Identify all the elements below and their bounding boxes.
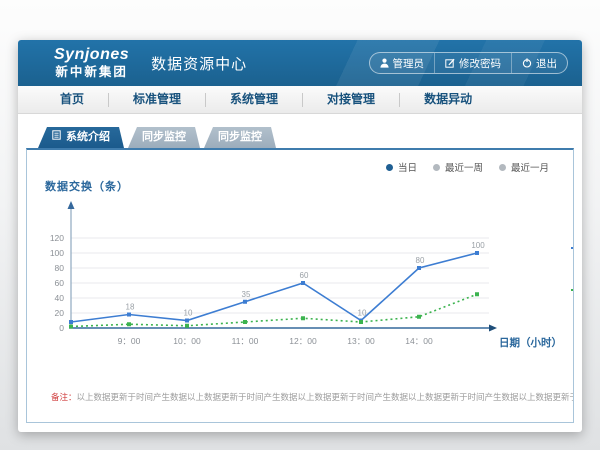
app-header: Synjones 新中新集团 数据资源中心 管理员 修改密码 退出: [18, 40, 582, 86]
logo-cn-text: 新中新集团: [55, 66, 128, 79]
solid-line-icon: [571, 247, 574, 249]
svg-text:120: 120: [50, 233, 64, 243]
svg-text:13：00: 13：00: [347, 336, 375, 346]
range-option-last-week[interactable]: 最近一周: [433, 160, 483, 174]
range-option-label: 最近一周: [445, 160, 483, 174]
main-nav: 首页 标准管理 系统管理 对接管理 数据异动: [18, 86, 582, 114]
logout-label: 退出: [536, 56, 557, 71]
svg-text:9：00: 9：00: [118, 336, 141, 346]
svg-text:100: 100: [50, 248, 64, 258]
app-window: Synjones 新中新集团 数据资源中心 管理员 修改密码 退出: [18, 40, 582, 432]
chart-panel: 当日 最近一周 最近一月 数据交换（条） 0 20 40 60 80 100 120 9：00…: [26, 148, 574, 423]
svg-text:100: 100: [471, 241, 485, 250]
change-password-button[interactable]: 修改密码: [434, 53, 511, 73]
page-title: 数据资源中心: [151, 53, 247, 74]
line-chart: 0 20 40 60 80 100 120 9：00 10：00 11：00 12：00 13：00 1…: [27, 194, 571, 371]
svg-text:10：00: 10：00: [173, 336, 201, 346]
footnote-text: 以上数据更新于时间产生数据以上数据更新于时间产生数据以上数据更新于时间产生数据以…: [77, 392, 574, 402]
tab-label: 同步监控: [142, 127, 186, 148]
chart-legend: 新增数据 更新数据: [571, 233, 574, 305]
tab-label: 系统介绍: [66, 127, 110, 148]
content-area: 系统介绍 同步监控 同步监控 当日 最近一周: [18, 114, 582, 432]
tab-system-intro[interactable]: 系统介绍: [38, 127, 124, 148]
change-password-label: 修改密码: [459, 56, 501, 71]
current-user-button[interactable]: 管理员: [370, 53, 435, 73]
svg-text:18: 18: [126, 303, 135, 312]
power-icon: [522, 58, 532, 68]
range-option-today[interactable]: 当日: [386, 160, 417, 174]
nav-item-data-change[interactable]: 数据异动: [400, 86, 496, 113]
footnote-prefix: 备注：: [51, 392, 77, 402]
range-option-label: 最近一月: [511, 160, 549, 174]
svg-text:40: 40: [55, 293, 65, 303]
svg-text:60: 60: [55, 278, 65, 288]
svg-text:0: 0: [59, 323, 64, 333]
dotted-line-icon: [571, 289, 574, 291]
radio-unselected-icon: [433, 164, 440, 171]
nav-item-home[interactable]: 首页: [36, 86, 108, 113]
nav-item-standard-mgmt[interactable]: 标准管理: [109, 86, 205, 113]
svg-text:80: 80: [55, 263, 65, 273]
current-user-label: 管理员: [393, 56, 425, 71]
logout-button[interactable]: 退出: [511, 53, 567, 73]
svg-text:日期（小时）: 日期（小时）: [499, 336, 562, 349]
radio-selected-icon: [386, 164, 393, 171]
edit-icon: [445, 58, 455, 68]
svg-text:10: 10: [184, 309, 193, 318]
svg-text:60: 60: [300, 271, 309, 280]
svg-text:80: 80: [416, 256, 425, 265]
logo-en-text: Synjones: [54, 47, 129, 63]
svg-text:12：00: 12：00: [289, 336, 317, 346]
tab-sync-monitor-2[interactable]: 同步监控: [204, 127, 276, 148]
svg-text:20: 20: [55, 308, 65, 318]
company-logo: Synjones 新中新集团: [54, 47, 129, 79]
document-icon: [52, 127, 61, 148]
svg-text:35: 35: [242, 290, 251, 299]
legend-item-new-data[interactable]: 新增数据: [571, 233, 574, 263]
y-axis-title: 数据交换（条）: [45, 178, 573, 194]
range-option-last-month[interactable]: 最近一月: [499, 160, 549, 174]
tab-sync-monitor-1[interactable]: 同步监控: [128, 127, 200, 148]
tab-label: 同步监控: [218, 127, 262, 148]
svg-text:11：00: 11：00: [232, 336, 259, 346]
svg-text:14：00: 14：00: [405, 336, 433, 346]
tab-bar: 系统介绍 同步监控 同步监控: [38, 127, 574, 148]
nav-item-interface-mgmt[interactable]: 对接管理: [303, 86, 399, 113]
range-option-label: 当日: [398, 160, 417, 174]
line-chart-svg: 0 20 40 60 80 100 120 9：00 10：00 11：00 12：00 13：00 1…: [27, 194, 571, 366]
nav-item-system-mgmt[interactable]: 系统管理: [206, 86, 302, 113]
time-range-selector: 当日 最近一周 最近一月: [27, 150, 573, 174]
svg-text:10: 10: [358, 309, 367, 318]
legend-item-updated-data[interactable]: 更新数据: [571, 275, 574, 305]
user-icon: [380, 58, 389, 68]
chart-row: 0 20 40 60 80 100 120 9：00 10：00 11：00 12：00 13：00 1…: [27, 194, 573, 371]
footnote: 备注：以上数据更新于时间产生数据以上数据更新于时间产生数据以上数据更新于时间产生…: [27, 391, 573, 403]
user-toolbar: 管理员 修改密码 退出: [369, 52, 569, 74]
radio-unselected-icon: [499, 164, 506, 171]
